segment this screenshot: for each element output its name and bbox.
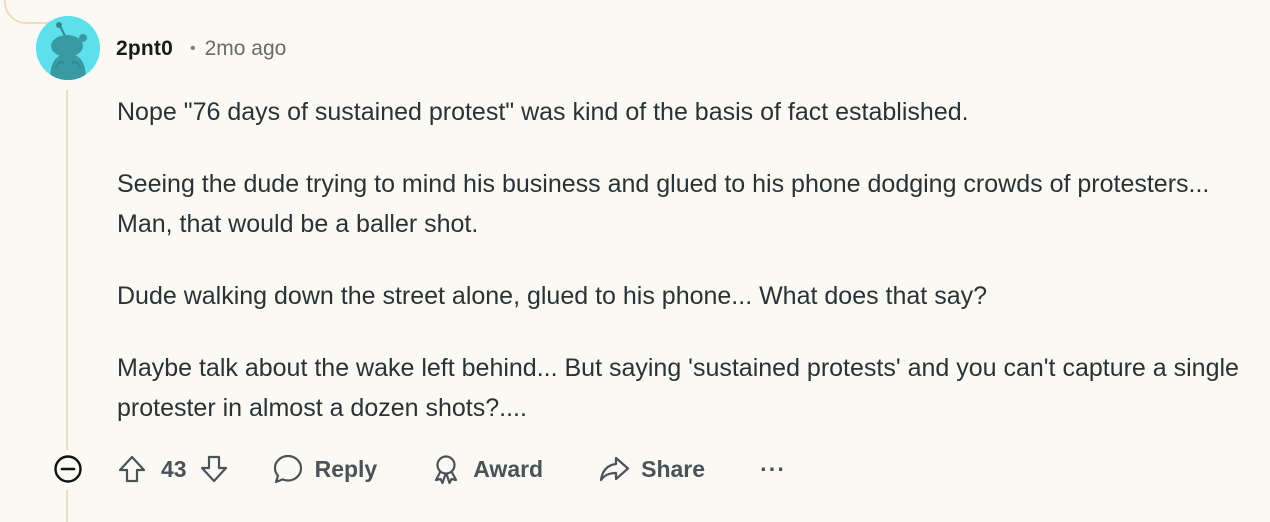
meta-separator: • [190, 40, 196, 57]
downvote-arrow-icon [200, 455, 227, 483]
speech-bubble-icon [271, 452, 305, 486]
share-arrow-icon [597, 452, 631, 486]
award-label: Award [473, 455, 544, 482]
comment-action-bar: 43 Reply Award Share ··· [52, 446, 787, 492]
comment-paragraph: Seeing the dude trying to mind his busin… [117, 170, 1210, 238]
avatar[interactable] [36, 16, 100, 80]
comment-timestamp[interactable]: 2mo ago [205, 37, 287, 61]
comment-paragraph: Nope "76 days of sustained protest" was … [117, 98, 969, 126]
award-medal-icon [429, 452, 463, 486]
thread-line-bottom[interactable] [66, 490, 68, 522]
share-button[interactable]: Share [597, 452, 705, 486]
reply-label: Reply [314, 455, 378, 482]
collapse-button[interactable] [52, 453, 84, 485]
award-button[interactable]: Award [429, 452, 543, 486]
collapse-minus-icon [54, 455, 82, 483]
downvote-button[interactable] [197, 452, 231, 486]
comment-header: 2pnt0 • 2mo ago [116, 34, 286, 64]
more-options-icon: ··· [760, 455, 787, 482]
upvote-arrow-icon [118, 455, 146, 483]
reply-button[interactable]: Reply [271, 452, 378, 486]
thread-line[interactable] [66, 90, 68, 450]
author-username[interactable]: 2pnt0 [116, 37, 173, 61]
upvote-button[interactable] [115, 452, 149, 486]
share-label: Share [641, 455, 706, 482]
vote-control: 43 [115, 452, 231, 486]
snoo-avatar-icon [36, 16, 100, 80]
more-options-button[interactable]: ··· [759, 456, 787, 483]
comment-paragraph: Maybe talk about the wake left behind...… [117, 354, 1239, 422]
vote-score: 43 [161, 455, 187, 482]
comment-body: Nope "76 days of sustained protest" was … [117, 92, 1247, 460]
comment-paragraph: Dude walking down the street alone, glue… [117, 282, 987, 310]
